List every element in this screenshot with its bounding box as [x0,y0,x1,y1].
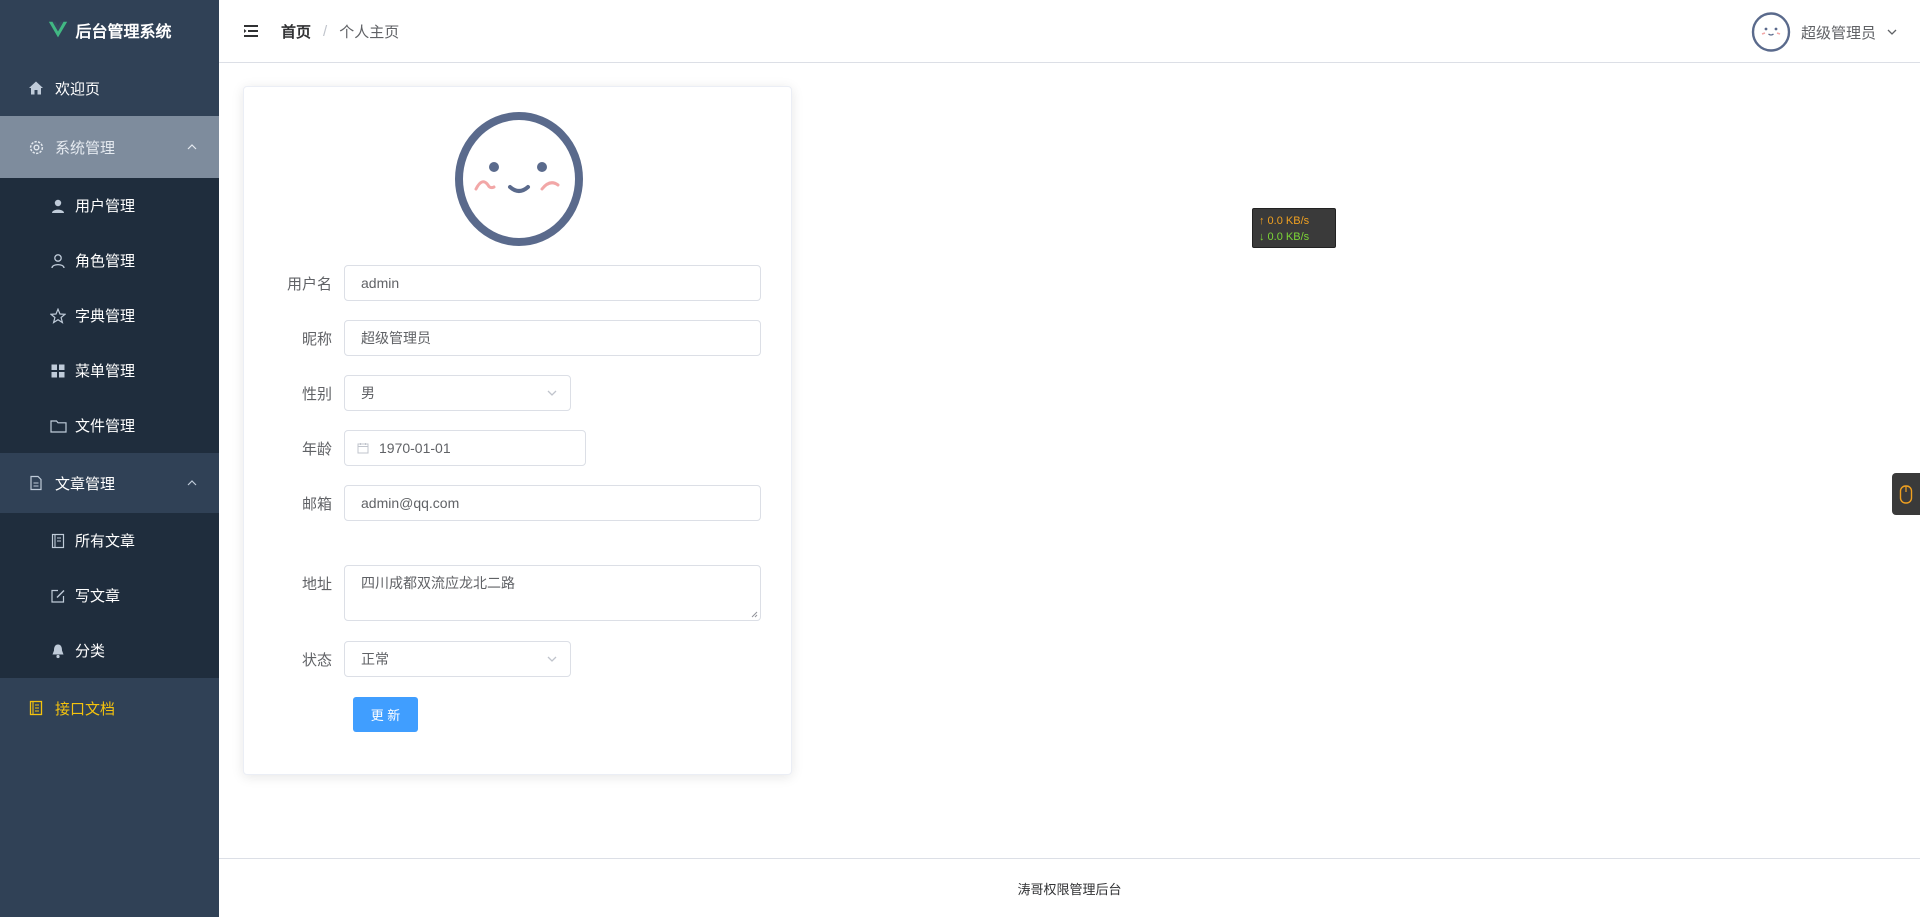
menu-toggle-icon[interactable] [243,24,259,38]
sidebar-item-label: 接口文档 [55,700,116,718]
user-name[interactable]: 超级管理员 [1801,22,1876,43]
home-icon [27,79,45,97]
sidebar-item-api-docs[interactable]: 接口文档 [0,678,219,738]
sidebar-item-all-articles[interactable]: 所有文章 [0,513,219,568]
chevron-up-icon [187,144,197,150]
gender-label: 性别 [301,385,332,403]
folder-icon [49,417,67,435]
upload-speed: ↑ 0.0 KB/s [1259,215,1310,227]
user-outline-icon [49,252,67,270]
gender-select[interactable]: 男 [344,375,571,411]
sidebar-item-label: 写文章 [75,588,121,605]
username-value: admin [361,275,400,291]
side-float-handle[interactable] [1892,473,1920,515]
sidebar-item-label: 所有文章 [75,533,136,550]
sidebar-item-users[interactable]: 用户管理 [0,178,219,233]
update-button[interactable]: 更 新 [353,697,418,732]
profile-card: 用户名 admin 昵称 超级管理员 性别 男 年龄 1970-01-01 邮箱… [243,86,792,775]
form-row-username: 用户名 admin [244,265,761,301]
sidebar-item-categories[interactable]: 分类 [0,623,219,678]
edit-icon [49,587,67,605]
footer: 涛哥权限管理后台 [219,858,1920,917]
app-logo[interactable]: 后台管理系统 [0,0,219,60]
sidebar-item-label: 文章管理 [55,475,116,493]
chevron-down-icon [1887,29,1897,35]
status-value: 正常 [361,651,389,667]
breadcrumb-separator: / [323,22,328,40]
network-speed-widget[interactable]: ↑ 0.0 KB/s ↓ 0.0 KB/s [1252,208,1336,248]
profile-avatar[interactable] [454,111,584,247]
sidebar-item-files[interactable]: 文件管理 [0,398,219,453]
sidebar-item-label: 菜单管理 [75,363,136,380]
gender-value: 男 [361,385,375,401]
system-submenu: 用户管理 角色管理 字典管理 菜单管理 文件管理 [0,178,219,453]
star-icon [49,307,67,325]
sidebar-item-menus[interactable]: 菜单管理 [0,343,219,398]
email-label: 邮箱 [301,495,332,513]
email-value: admin@qq.com [361,495,460,511]
status-select[interactable]: 正常 [344,641,571,677]
form-row-gender: 性别 男 [244,375,571,411]
gear-icon [27,138,45,156]
user-dropdown[interactable]: 超级管理员 [1751,12,1898,52]
status-label: 状态 [301,651,332,669]
age-value: 1970-01-01 [379,440,451,456]
form-row-status: 状态 正常 [244,641,571,677]
nickname-input[interactable]: 超级管理员 [344,320,761,356]
api-doc-icon [27,699,45,717]
document-icon [27,474,45,492]
mouse-icon [1899,485,1913,504]
sidebar-item-system[interactable]: 系统管理 [0,116,219,178]
sidebar-item-write-article[interactable]: 写文章 [0,568,219,623]
sidebar-item-articles[interactable]: 文章管理 [0,453,219,513]
sidebar-item-label: 角色管理 [75,253,136,270]
address-label: 地址 [301,576,332,593]
username-input[interactable]: admin [344,265,761,301]
chevron-down-icon [547,656,557,662]
address-value: 四川成都双流应龙北二路 [361,575,515,591]
sidebar-item-roles[interactable]: 角色管理 [0,233,219,288]
form-row-actions: 更 新 [353,697,418,732]
notebook-icon [49,532,67,550]
resize-grip-icon[interactable] [750,610,758,618]
address-textarea[interactable]: 四川成都双流应龙北二路 [344,565,761,621]
sidebar-item-label: 文件管理 [75,418,136,435]
sidebar-item-label: 用户管理 [75,198,136,215]
vue-logo-icon [49,21,68,38]
form-row-email: 邮箱 admin@qq.com [244,485,761,521]
articles-submenu: 所有文章 写文章 分类 [0,513,219,678]
breadcrumb-home[interactable]: 首页 [281,21,311,42]
sidebar-item-label: 欢迎页 [55,80,101,98]
chevron-up-icon [187,480,197,486]
nickname-label: 昵称 [301,330,332,348]
age-date-picker[interactable]: 1970-01-01 [344,430,586,466]
age-label: 年龄 [301,440,332,458]
top-header: 首页 / 个人主页 超级管理员 [219,0,1920,63]
username-label: 用户名 [286,275,332,293]
chevron-down-icon [547,390,557,396]
nickname-value: 超级管理员 [361,330,431,346]
form-row-nickname: 昵称 超级管理员 [244,320,761,356]
form-row-address: 地址 四川成都双流应龙北二路 [244,565,761,621]
sidebar-item-label: 分类 [75,643,106,660]
grid-icon [49,362,67,380]
sidebar-item-dictionary[interactable]: 字典管理 [0,288,219,343]
download-speed: ↓ 0.0 KB/s [1259,231,1310,243]
form-row-age: 年龄 1970-01-01 [244,430,586,466]
footer-text: 涛哥权限管理后台 [1017,881,1122,897]
calendar-icon [357,443,369,454]
sidebar: 后台管理系统 欢迎页 系统管理 用户管理 角色管理 字典管理 菜单管理 文件管理… [0,0,219,917]
breadcrumb-current: 个人主页 [339,23,400,41]
sidebar-item-label: 字典管理 [75,308,136,325]
sidebar-item-welcome[interactable]: 欢迎页 [0,60,219,116]
breadcrumb: 首页 / 个人主页 [281,21,399,42]
avatar[interactable] [1751,12,1791,52]
sidebar-item-label: 系统管理 [55,139,116,157]
user-filled-icon [49,197,67,215]
app-title: 后台管理系统 [75,24,172,41]
bell-icon [49,642,67,660]
email-input[interactable]: admin@qq.com [344,485,761,521]
